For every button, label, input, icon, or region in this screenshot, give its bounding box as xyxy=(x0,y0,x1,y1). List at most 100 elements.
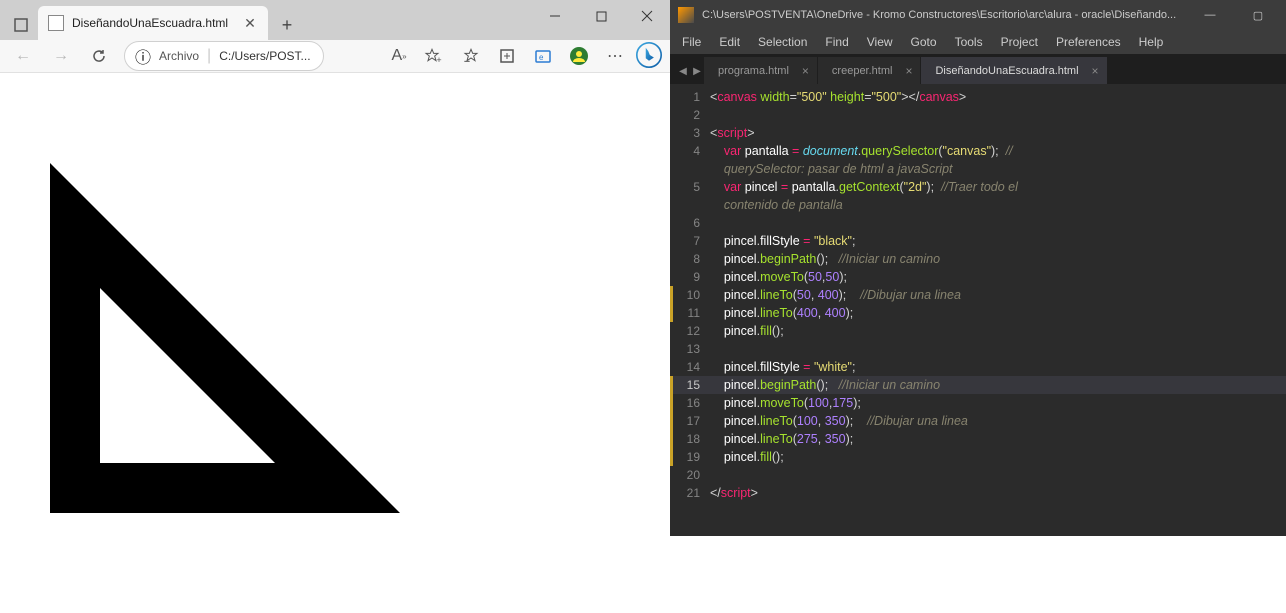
favorites-list-icon[interactable] xyxy=(454,40,488,72)
new-tab-button[interactable]: + xyxy=(272,10,302,40)
menu-project[interactable]: Project xyxy=(993,32,1046,52)
code-line[interactable]: <canvas width="500" height="500"></canva… xyxy=(710,88,1286,106)
editor-tab-label: creeper.html xyxy=(832,65,893,77)
code-line[interactable]: pincel.fill(); xyxy=(710,322,1286,340)
code-line[interactable] xyxy=(710,214,1286,232)
editor-menu-bar: FileEditSelectionFindViewGotoToolsProjec… xyxy=(670,30,1286,54)
line-number: 13 xyxy=(670,340,710,358)
line-number: 12 xyxy=(670,322,710,340)
code-line[interactable]: contenido de pantalla xyxy=(710,196,1286,214)
code-line[interactable]: pincel.lineTo(100, 350); //Dibujar una l… xyxy=(710,412,1286,430)
line-number: 14 xyxy=(670,358,710,376)
address-bar[interactable]: ⓘ Archivo | C:/Users/POST... xyxy=(124,41,324,71)
code-line[interactable]: pincel.moveTo(100,175); xyxy=(710,394,1286,412)
menu-preferences[interactable]: Preferences xyxy=(1048,32,1129,52)
tab-nav-left-icon[interactable]: ◀ xyxy=(676,58,690,84)
editor-tab[interactable]: creeper.html × xyxy=(818,56,921,84)
minimize-button[interactable] xyxy=(532,0,578,32)
favorite-icon[interactable]: + xyxy=(418,40,452,72)
line-number: 19 xyxy=(670,448,710,466)
code-line[interactable]: pincel.lineTo(50, 400); //Dibujar una li… xyxy=(710,286,1286,304)
code-line[interactable]: var pantalla = document.querySelector("c… xyxy=(710,142,1286,160)
line-number: 1 xyxy=(670,88,710,106)
menu-view[interactable]: View xyxy=(859,32,901,52)
code-line[interactable] xyxy=(710,106,1286,124)
code-area[interactable]: 1234 5 6789101112131415161718192021 <can… xyxy=(670,84,1286,536)
ie-mode-icon[interactable]: e xyxy=(526,40,560,72)
line-number: 20 xyxy=(670,466,710,484)
menu-edit[interactable]: Edit xyxy=(711,32,748,52)
line-number: 8 xyxy=(670,250,710,268)
editor-title: C:\Users\POSTVENTA\OneDrive - Kromo Cons… xyxy=(702,9,1182,21)
code-line[interactable]: pincel.fill(); xyxy=(710,448,1286,466)
editor-tab-label: DiseñandoUnaEscuadra.html xyxy=(935,65,1078,77)
line-number: 4 xyxy=(670,142,710,160)
editor-maximize-button[interactable]: ▢ xyxy=(1238,0,1278,30)
line-number: 10 xyxy=(670,286,710,304)
close-tab-icon[interactable]: ✕ xyxy=(242,15,258,31)
menu-help[interactable]: Help xyxy=(1131,32,1172,52)
code-line[interactable] xyxy=(710,466,1286,484)
line-number: 16 xyxy=(670,394,710,412)
menu-file[interactable]: File xyxy=(674,32,709,52)
line-number: 21 xyxy=(670,484,710,502)
back-button[interactable]: ← xyxy=(6,40,40,72)
line-number: 18 xyxy=(670,430,710,448)
code-line[interactable]: var pincel = pantalla.getContext("2d"); … xyxy=(710,178,1286,196)
separator: | xyxy=(207,47,211,65)
line-number: 17 xyxy=(670,412,710,430)
bing-sidebar-icon[interactable] xyxy=(634,40,664,70)
code-line[interactable]: pincel.beginPath(); //Iniciar un camino xyxy=(710,376,1286,394)
code-line[interactable]: pincel.fillStyle = "white"; xyxy=(710,358,1286,376)
code-line[interactable]: pincel.lineTo(400, 400); xyxy=(710,304,1286,322)
menu-find[interactable]: Find xyxy=(817,32,856,52)
code-line[interactable]: pincel.fillStyle = "black"; xyxy=(710,232,1286,250)
line-number: 9 xyxy=(670,268,710,286)
page-viewport xyxy=(0,73,670,613)
editor-minimize-button[interactable]: — xyxy=(1190,0,1230,30)
profile-icon[interactable] xyxy=(562,40,596,72)
line-number: 3 xyxy=(670,124,710,142)
editor-tab[interactable]: programa.html× xyxy=(704,56,817,84)
menu-goto[interactable]: Goto xyxy=(903,32,945,52)
line-number: 6 xyxy=(670,214,710,232)
refresh-button[interactable] xyxy=(82,40,116,72)
code-line[interactable] xyxy=(710,340,1286,358)
line-number: 2 xyxy=(670,106,710,124)
tab-actions-icon[interactable] xyxy=(6,10,36,40)
close-window-button[interactable] xyxy=(624,0,670,32)
close-tab-icon[interactable]: × xyxy=(905,64,912,78)
line-number: 5 xyxy=(670,178,710,196)
line-number: 11 xyxy=(670,304,710,322)
tab-nav-right-icon[interactable]: ▶ xyxy=(690,58,704,84)
info-icon[interactable]: ⓘ xyxy=(135,44,151,68)
menu-tools[interactable]: Tools xyxy=(947,32,991,52)
editor-titlebar: C:\Users\POSTVENTA\OneDrive - Kromo Cons… xyxy=(670,0,1286,30)
svg-text:e: e xyxy=(539,53,544,62)
code-line[interactable]: pincel.beginPath(); //Iniciar un camino xyxy=(710,250,1286,268)
close-tab-icon[interactable]: × xyxy=(802,64,809,78)
sublime-icon xyxy=(678,7,694,23)
more-menu-icon[interactable]: ⋯ xyxy=(598,40,632,72)
line-number: 7 xyxy=(670,232,710,250)
sublime-text-window: C:\Users\POSTVENTA\OneDrive - Kromo Cons… xyxy=(670,0,1286,536)
maximize-button[interactable] xyxy=(578,0,624,32)
menu-selection[interactable]: Selection xyxy=(750,32,815,52)
line-gutter: 1234 5 6789101112131415161718192021 xyxy=(670,84,710,536)
code-line[interactable]: pincel.moveTo(50,50); xyxy=(710,268,1286,286)
close-tab-icon[interactable]: × xyxy=(1092,64,1099,78)
code-lines[interactable]: <canvas width="500" height="500"></canva… xyxy=(710,84,1286,536)
editor-tab[interactable]: DiseñandoUnaEscuadra.html × xyxy=(921,56,1106,84)
collections-icon[interactable] xyxy=(490,40,524,72)
code-line[interactable]: </script> xyxy=(710,484,1286,502)
browser-titlebar: DiseñandoUnaEscuadra.html ✕ + xyxy=(0,0,670,40)
read-aloud-icon[interactable]: A» xyxy=(382,40,416,72)
line-number-wrap xyxy=(670,196,710,214)
code-line[interactable]: pincel.lineTo(275, 350); xyxy=(710,430,1286,448)
line-number-wrap xyxy=(670,160,710,178)
browser-tab[interactable]: DiseñandoUnaEscuadra.html ✕ xyxy=(38,6,268,40)
code-line[interactable]: <script> xyxy=(710,124,1286,142)
code-line[interactable]: querySelector: pasar de html a javaScrip… xyxy=(710,160,1286,178)
html-canvas xyxy=(0,113,670,613)
browser-toolbar: ← → ⓘ Archivo | C:/Users/POST... A» + e xyxy=(0,40,670,73)
